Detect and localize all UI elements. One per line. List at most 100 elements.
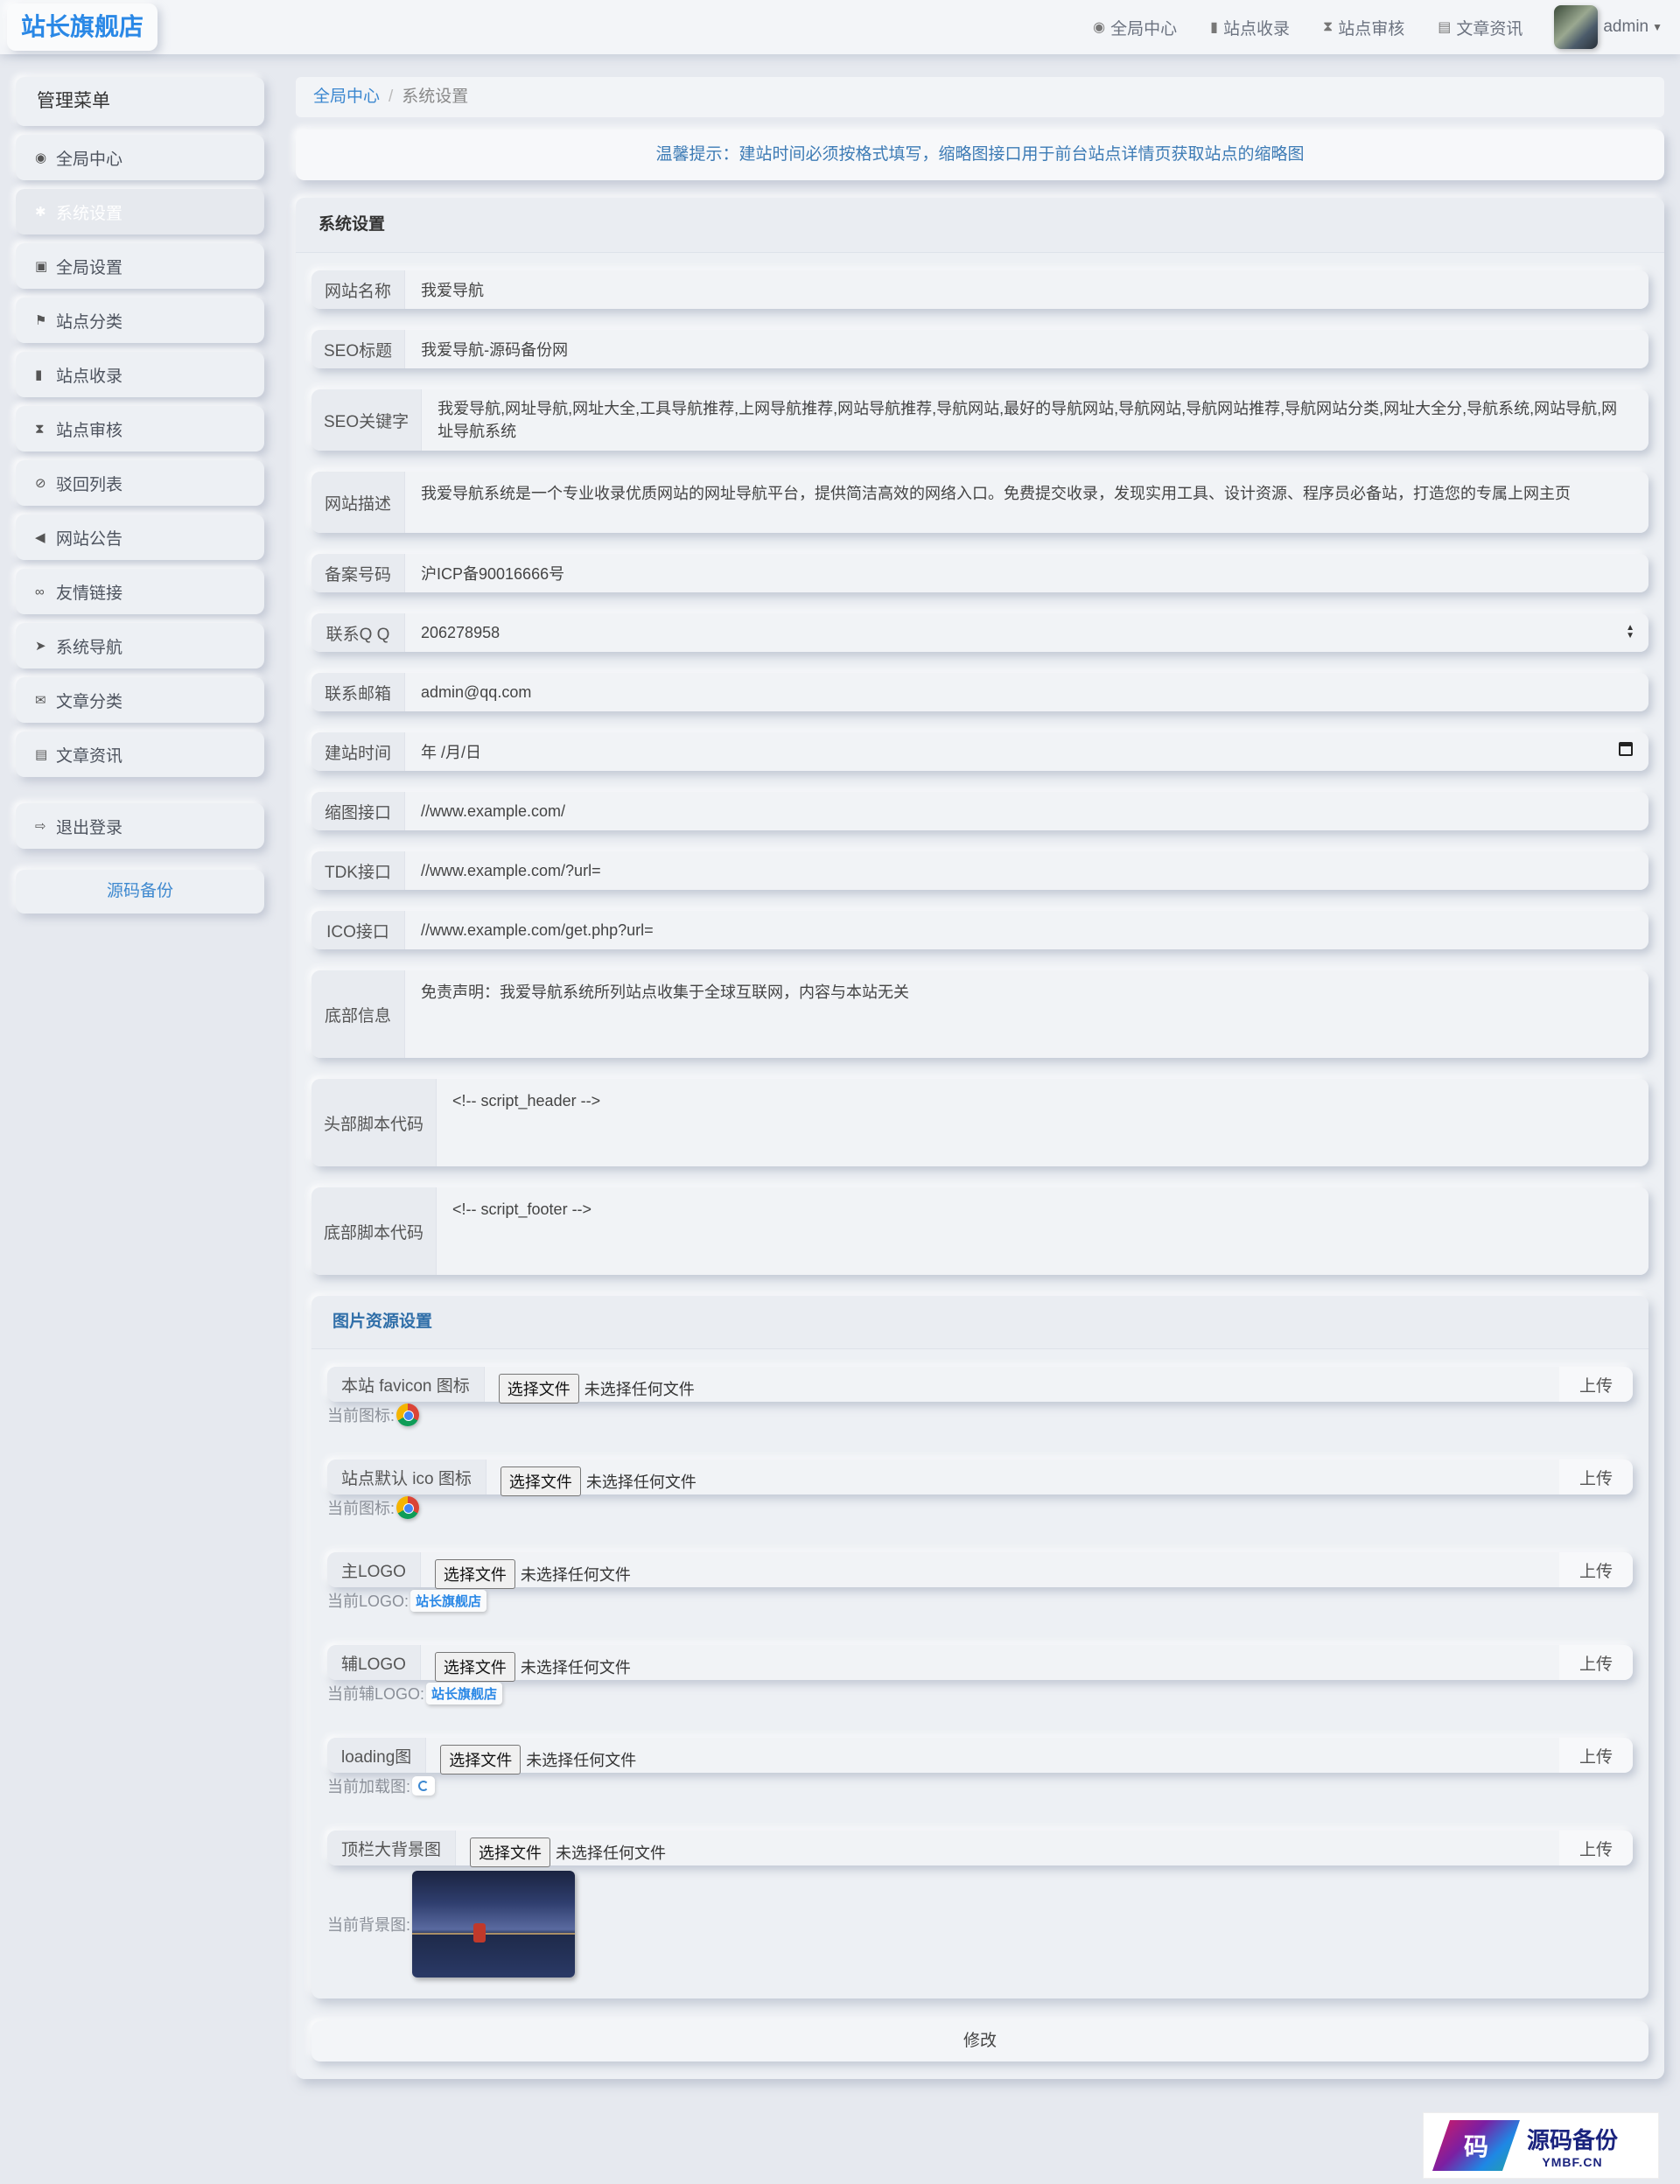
brand-logo[interactable]: 站长旗舰店 <box>7 4 158 51</box>
number-spinner-icon[interactable]: ▲ ▼ <box>1626 624 1634 640</box>
settings-panel: 系统设置 网站名称 我爱导航 SEO标题 我爱导航-源码备份网 SEO关键字 我… <box>296 198 1664 2079</box>
upload-button[interactable]: 上传 <box>1559 1367 1633 1402</box>
upload-button[interactable]: 上传 <box>1559 1460 1633 1494</box>
calendar-icon[interactable] <box>1619 742 1633 756</box>
upload-label: loading图 <box>327 1738 427 1773</box>
date-placeholder: 年 /月/日 <box>421 744 482 761</box>
sidebar-item-site-categories[interactable]: ⚑ 站点分类 <box>16 298 264 343</box>
image-resources-body: 本站 favicon 图标 选择文件 未选择任何文件 上传 当前图标: 站点默认… <box>312 1349 1648 1978</box>
sidebar-item-articles[interactable]: ▤ 文章资讯 <box>16 732 264 777</box>
sub-logo-upload-group: 辅LOGO 选择文件 未选择任何文件 上传 当前辅LOGO: 站长旗舰店 <box>327 1645 1633 1704</box>
breadcrumb-home-link[interactable]: 全局中心 <box>313 88 380 106</box>
watermark-logo: 码 源码备份 YMBF.CN <box>1423 2112 1659 2179</box>
sidebar-item-friend-links[interactable]: ∞ 友情链接 <box>16 569 264 614</box>
source-backup-button[interactable]: 源码备份 <box>16 870 264 914</box>
sidebar-item-label: 驳回列表 <box>56 475 123 494</box>
favicon-upload-group: 本站 favicon 图标 选择文件 未选择任何文件 上传 当前图标: <box>327 1367 1633 1426</box>
field-label: SEO标题 <box>312 330 406 368</box>
envelope-icon: ✉ <box>35 693 46 708</box>
sidebar-item-label: 友情链接 <box>56 584 123 603</box>
sidebar-item-article-categories[interactable]: ✉ 文章分类 <box>16 677 264 723</box>
header-script-textarea[interactable]: <!-- script_header --> <box>437 1079 1648 1166</box>
email-input[interactable]: admin@qq.com <box>405 673 1648 711</box>
upload-button[interactable]: 上传 <box>1559 1645 1633 1680</box>
loading-file-input[interactable]: 选择文件 未选择任何文件 <box>426 1738 1559 1774</box>
site-description-row: 网站描述 我爱导航系统是一个专业收录优质网站的网址导航平台，提供简洁高效的网络入… <box>312 472 1648 533</box>
favicon-upload-row: 本站 favicon 图标 选择文件 未选择任何文件 上传 <box>327 1367 1633 1404</box>
sidebar-item-site-review[interactable]: ⧗ 站点审核 <box>16 406 264 452</box>
ico-upload-group: 站点默认 ico 图标 选择文件 未选择任何文件 上传 当前图标: <box>327 1460 1633 1519</box>
build-date-input[interactable]: 年 /月/日 <box>405 732 1648 771</box>
dashboard-icon: ◉ <box>35 150 47 165</box>
topnav-dashboard[interactable]: ◉ 全局中心 <box>1093 16 1177 39</box>
main-logo-file-input[interactable]: 选择文件 未选择任何文件 <box>420 1552 1559 1589</box>
footer-script-textarea[interactable]: <!-- script_footer --> <box>437 1187 1648 1275</box>
sub-logo-file-input[interactable]: 选择文件 未选择任何文件 <box>420 1645 1559 1682</box>
sidebar-item-global-settings[interactable]: ▣ 全局设置 <box>16 243 264 289</box>
top-bar: 站长旗舰店 ◉ 全局中心 ▮ 站点收录 ⧗ 站点审核 ▤ 文章资讯 admin … <box>0 0 1680 54</box>
build-date-row: 建站时间 年 /月/日 <box>312 732 1648 771</box>
upload-button[interactable]: 上传 <box>1559 1830 1633 1866</box>
image-icon: ▣ <box>35 259 48 274</box>
book-icon: ▮ <box>35 368 43 382</box>
ico-file-input[interactable]: 选择文件 未选择任何文件 <box>486 1460 1559 1496</box>
loading-icon <box>412 1776 436 1796</box>
ico-api-input[interactable]: //www.example.com/get.php?url= <box>405 911 1648 949</box>
chevron-down-icon[interactable]: ▼ <box>1652 21 1662 33</box>
chrome-icon <box>396 1404 420 1426</box>
sidebar-item-system-nav[interactable]: ➤ 系统导航 <box>16 623 264 668</box>
sidebar-item-label: 站点收录 <box>56 367 123 386</box>
sidebar-item-label: 全局设置 <box>56 258 123 277</box>
upload-label: 本站 favicon 图标 <box>327 1367 485 1402</box>
choose-file-button[interactable]: 选择文件 <box>440 1745 522 1774</box>
footer-info-textarea[interactable]: 免责声明：我爱导航系统所列站点收集于全球互联网，内容与本站无关 <box>405 970 1648 1058</box>
topnav-label: 站点审核 <box>1338 19 1405 38</box>
upload-label: 主LOGO <box>327 1552 421 1587</box>
choose-file-button[interactable]: 选择文件 <box>434 1652 515 1682</box>
sidebar-item-site-index[interactable]: ▮ 站点收录 <box>16 352 264 397</box>
header-bg-file-input[interactable]: 选择文件 未选择任何文件 <box>456 1830 1559 1867</box>
sidebar-item-system-settings[interactable]: ✱ 系统设置 <box>16 189 264 234</box>
choose-file-button[interactable]: 选择文件 <box>498 1374 579 1404</box>
field-label: 联系Q Q <box>312 613 405 652</box>
file-status: 未选择任何文件 <box>585 1474 696 1491</box>
sidebar-item-dashboard[interactable]: ◉ 全局中心 <box>16 135 264 180</box>
choose-file-button[interactable]: 选择文件 <box>500 1466 581 1496</box>
sidebar-item-rejected-list[interactable]: ⊘ 驳回列表 <box>16 460 264 506</box>
megaphone-icon: ◀ <box>35 530 46 545</box>
seo-title-input[interactable]: 我爱导航-源码备份网 <box>405 330 1648 368</box>
icp-input[interactable]: 沪ICP备90016666号 <box>405 554 1648 592</box>
site-description-textarea[interactable]: 我爱导航系统是一个专业收录优质网站的网址导航平台，提供简洁高效的网络入口。免费提… <box>405 472 1648 533</box>
upload-button[interactable]: 上传 <box>1559 1738 1633 1773</box>
submit-button[interactable]: 修改 <box>312 2021 1648 2062</box>
icp-row: 备案号码 沪ICP备90016666号 <box>312 554 1648 592</box>
breadcrumb-current: 系统设置 <box>402 88 469 106</box>
topnav-articles[interactable]: ▤ 文章资讯 <box>1438 16 1522 39</box>
header-script-row: 头部脚本代码 <!-- script_header --> <box>312 1079 1648 1166</box>
seo-title-row: SEO标题 我爱导航-源码备份网 <box>312 330 1648 368</box>
topnav-site-index[interactable]: ▮ 站点收录 <box>1210 16 1290 39</box>
user-name[interactable]: admin <box>1603 18 1648 37</box>
sidebar-item-logout[interactable]: ⇨ 退出登录 <box>16 803 264 849</box>
topnav-site-review[interactable]: ⧗ 站点审核 <box>1323 16 1404 39</box>
sidebar-title: 管理菜单 <box>16 77 264 126</box>
current-label: 当前加载图: <box>327 1778 411 1796</box>
site-name-input[interactable]: 我爱导航 <box>405 270 1648 309</box>
upload-button[interactable]: 上传 <box>1559 1552 1633 1587</box>
qq-number-input[interactable]: 206278958 ▲ ▼ <box>405 613 1648 652</box>
footer-info-row: 底部信息 免责声明：我爱导航系统所列站点收集于全球互联网，内容与本站无关 <box>312 970 1648 1058</box>
avatar[interactable] <box>1554 5 1599 49</box>
choose-file-button[interactable]: 选择文件 <box>470 1838 551 1867</box>
book-icon: ▮ <box>1210 20 1218 35</box>
sidebar-item-label: 退出登录 <box>56 818 123 837</box>
thumbnail-api-input[interactable]: //www.example.com/ <box>405 792 1648 830</box>
watermark-name: 源码备份 <box>1527 2127 1619 2154</box>
ico-upload-row: 站点默认 ico 图标 选择文件 未选择任何文件 上传 <box>327 1460 1633 1496</box>
hourglass-icon: ⧗ <box>1322 19 1334 34</box>
tdk-api-input[interactable]: //www.example.com/?url= <box>405 851 1648 890</box>
choose-file-button[interactable]: 选择文件 <box>434 1559 515 1589</box>
seo-keywords-textarea[interactable]: 我爱导航,网址导航,网址大全,工具导航推荐,上网导航推荐,网站导航推荐,导航网站… <box>422 389 1648 451</box>
file-status: 未选择任何文件 <box>584 1381 695 1398</box>
favicon-file-input[interactable]: 选择文件 未选择任何文件 <box>484 1367 1559 1404</box>
sidebar-item-announcements[interactable]: ◀ 网站公告 <box>16 514 264 560</box>
